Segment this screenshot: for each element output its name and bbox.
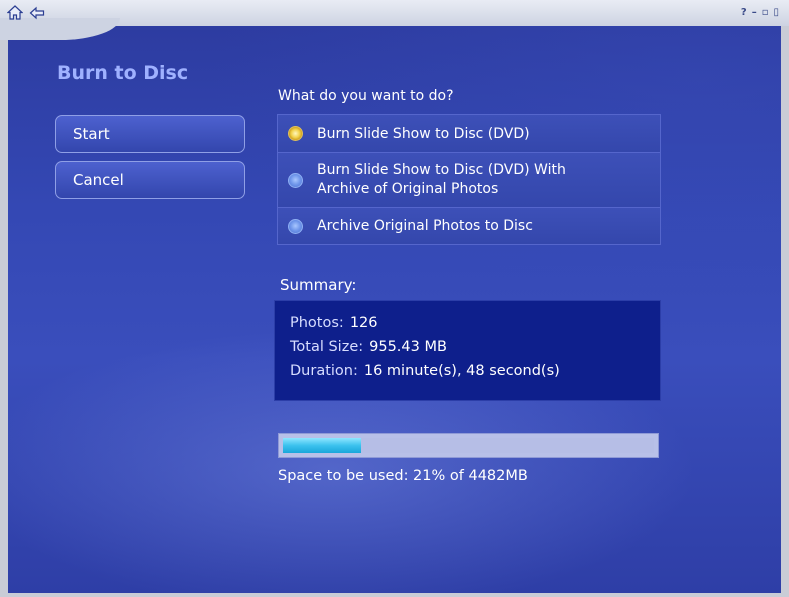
window-edge-left	[0, 0, 8, 597]
window-edge-bottom	[0, 593, 789, 597]
option-label-line1: Burn Slide Show to Disc (DVD) With	[317, 162, 566, 178]
summary-photos-row: Photos: 126	[290, 311, 660, 335]
start-button[interactable]: Start	[55, 115, 245, 153]
option-burn-slideshow[interactable]: Burn Slide Show to Disc (DVD)	[278, 115, 660, 153]
option-label: Archive Original Photos to Disc	[317, 218, 533, 234]
summary-size-row: Total Size: 955.43 MB	[290, 335, 660, 359]
summary-duration-row: Duration: 16 minute(s), 48 second(s)	[290, 359, 660, 383]
radio-unselected-icon[interactable]	[288, 218, 303, 234]
option-label: Burn Slide Show to Disc (DVD) With Archi…	[317, 161, 566, 199]
summary-duration-label: Duration:	[290, 363, 358, 379]
summary-photos-label: Photos:	[290, 315, 344, 331]
option-archive-photos[interactable]: Archive Original Photos to Disc	[278, 208, 660, 244]
radio-unselected-icon[interactable]	[288, 172, 303, 188]
options-prompt: What do you want to do?	[278, 88, 454, 104]
summary-box: Photos: 126 Total Size: 955.43 MB Duration…	[274, 300, 661, 401]
cancel-button[interactable]: Cancel	[55, 161, 245, 199]
option-label-line2: Archive of Original Photos	[317, 181, 499, 197]
summary-duration-value: 16 minute(s), 48 second(s)	[363, 363, 560, 379]
summary-heading: Summary:	[280, 276, 357, 294]
summary-size-value: 955.43 MB	[369, 339, 447, 355]
summary-photos-value: 126	[349, 315, 378, 331]
help-icon[interactable]: ?	[741, 7, 747, 18]
restore-icon[interactable]: ▫	[762, 7, 769, 18]
radio-selected-icon[interactable]	[288, 126, 303, 141]
minimize-icon[interactable]: –	[752, 7, 757, 18]
window-edge-right	[781, 0, 789, 597]
window-controls: ? – ▫ ▯	[741, 5, 779, 19]
option-burn-slideshow-with-archive[interactable]: Burn Slide Show to Disc (DVD) With Archi…	[278, 153, 660, 208]
back-arrow-icon[interactable]	[28, 4, 46, 22]
progress-track	[283, 438, 654, 453]
close-icon[interactable]: ▯	[773, 7, 779, 18]
disc-space-progress-bar	[278, 433, 659, 458]
home-icon[interactable]	[6, 4, 24, 22]
title-bar: ? – ▫ ▯	[0, 0, 789, 40]
progress-fill	[283, 438, 361, 453]
page-title: Burn to Disc	[57, 62, 189, 84]
option-label: Burn Slide Show to Disc (DVD)	[317, 125, 530, 142]
media-center-screen: ? – ▫ ▯ Burn to Disc Start Cancel What d…	[0, 0, 789, 597]
burn-options-list: Burn Slide Show to Disc (DVD) Burn Slide…	[277, 114, 661, 245]
summary-size-label: Total Size:	[290, 339, 364, 355]
space-used-label: Space to be used: 21% of 4482MB	[278, 468, 528, 484]
